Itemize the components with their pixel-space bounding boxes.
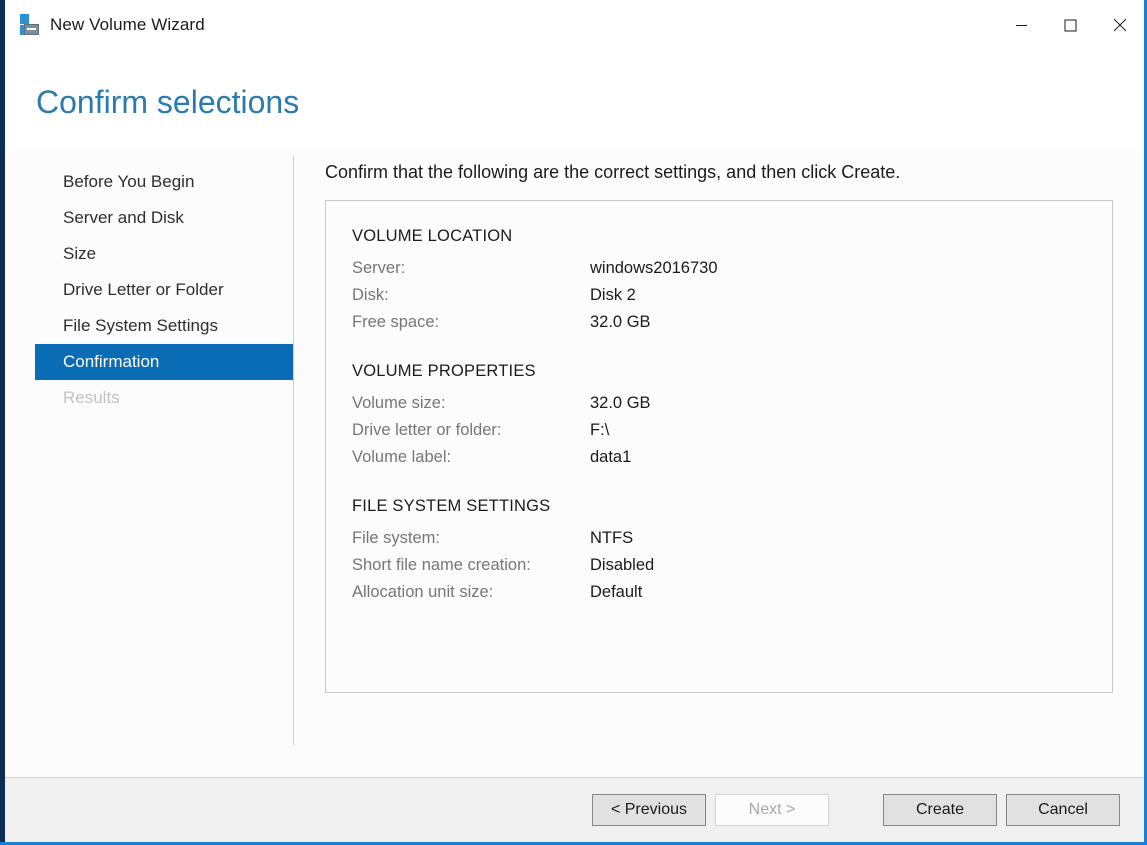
footer-bar: < Previous Next > Create Cancel [5,778,1144,842]
summary-row-drive-letter-or-folder: Drive letter or folder: F:\ [352,417,1112,444]
next-button: Next > [715,794,829,826]
row-value: F:\ [590,421,609,440]
summary-row-disk: Disk: Disk 2 [352,282,1112,309]
sidebar-item-server-and-disk[interactable]: Server and Disk [35,200,293,236]
summary-panel: VOLUME LOCATION Server: windows2016730 D… [325,200,1113,693]
row-value: 32.0 GB [590,394,651,413]
sidebar-item-drive-letter-or-folder[interactable]: Drive Letter or Folder [35,272,293,308]
row-value: Disk 2 [590,286,636,305]
minimize-icon [1015,19,1028,32]
close-button[interactable] [1095,2,1144,48]
footer-button-group: < Previous Next > Create Cancel [592,794,1120,826]
row-value: windows2016730 [590,259,718,278]
row-value: 32.0 GB [590,313,651,332]
main-content: Confirm that the following are the corre… [325,162,1115,693]
sidebar-item-size[interactable]: Size [35,236,293,272]
page-title: Confirm selections [36,84,299,121]
sidebar-item-label: Size [63,244,96,264]
sidebar-item-label: Results [63,388,120,408]
title-bar[interactable]: New Volume Wizard [5,2,1144,48]
close-icon [1113,18,1127,32]
row-value: Default [590,583,642,602]
cancel-button[interactable]: Cancel [1006,794,1120,826]
row-label: File system: [352,529,590,548]
row-label: Volume label: [352,448,590,467]
summary-row-volume-size: Volume size: 32.0 GB [352,390,1112,417]
new-volume-wizard-window: New Volume Wizard Confirm selections [0,0,1147,845]
instruction-text: Confirm that the following are the corre… [325,162,1115,183]
sidebar-item-label: Drive Letter or Folder [63,280,224,300]
previous-button[interactable]: < Previous [592,794,706,826]
summary-row-server: Server: windows2016730 [352,255,1112,282]
summary-group-volume-properties: VOLUME PROPERTIES Volume size: 32.0 GB D… [352,362,1112,471]
sidebar-item-confirmation[interactable]: Confirmation [35,344,293,380]
row-label: Drive letter or folder: [352,421,590,440]
summary-row-volume-label: Volume label: data1 [352,444,1112,471]
group-title: FILE SYSTEM SETTINGS [352,497,1112,516]
row-label: Short file name creation: [352,556,590,575]
sidebar-divider [293,156,294,745]
caption-button-group [997,2,1144,48]
summary-row-free-space: Free space: 32.0 GB [352,309,1112,336]
row-label: Free space: [352,313,590,332]
row-value: Disabled [590,556,654,575]
sidebar-item-label: Confirmation [63,352,159,372]
row-label: Disk: [352,286,590,305]
maximize-icon [1064,19,1077,32]
sidebar-item-file-system-settings[interactable]: File System Settings [35,308,293,344]
wizard-step-nav: Before You Begin Server and Disk Size Dr… [35,164,293,416]
sidebar-item-results: Results [35,380,293,416]
sidebar-item-label: Before You Begin [63,172,194,192]
sidebar-item-label: File System Settings [63,316,218,336]
create-button[interactable]: Create [883,794,997,826]
minimize-button[interactable] [997,2,1046,48]
summary-group-file-system-settings: FILE SYSTEM SETTINGS File system: NTFS S… [352,497,1112,606]
sidebar-item-before-you-begin[interactable]: Before You Begin [35,164,293,200]
row-label: Allocation unit size: [352,583,590,602]
body-region: Before You Begin Server and Disk Size Dr… [5,148,1144,777]
summary-group-volume-location: VOLUME LOCATION Server: windows2016730 D… [352,227,1112,336]
sidebar-item-label: Server and Disk [63,208,184,228]
row-label: Server: [352,259,590,278]
maximize-button[interactable] [1046,2,1095,48]
group-title: VOLUME PROPERTIES [352,362,1112,381]
group-title: VOLUME LOCATION [352,227,1112,246]
summary-row-short-file-name-creation: Short file name creation: Disabled [352,552,1112,579]
summary-row-allocation-unit-size: Allocation unit size: Default [352,579,1112,606]
window-title: New Volume Wizard [50,15,205,35]
summary-row-file-system: File system: NTFS [352,525,1112,552]
row-value: data1 [590,448,631,467]
row-value: NTFS [590,529,633,548]
row-label: Volume size: [352,394,590,413]
volume-wizard-icon [16,13,40,37]
